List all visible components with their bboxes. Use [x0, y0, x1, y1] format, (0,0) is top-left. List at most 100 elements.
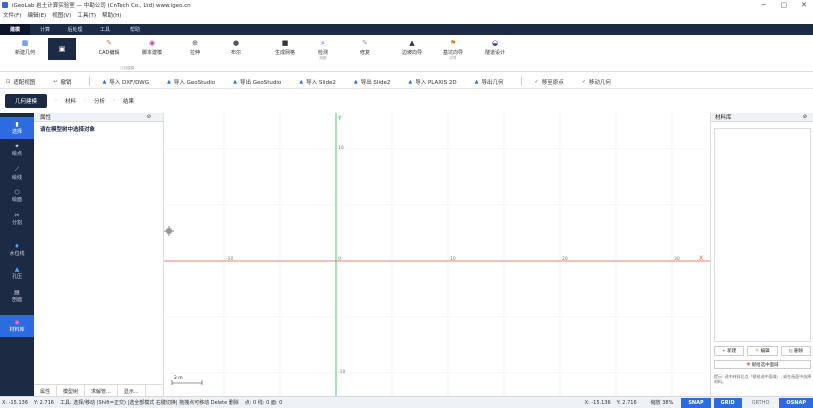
crosshair-cursor-icon: [164, 226, 174, 236]
tab-help[interactable]: 帮助: [120, 24, 150, 35]
undo-button[interactable]: ↩ 撤销: [53, 78, 71, 86]
gen-mesh-button[interactable]: ■ 生成网格: [265, 38, 305, 56]
import-icon: ▲: [299, 78, 304, 85]
material-list[interactable]: [714, 128, 811, 342]
select-tool-button[interactable]: ▣: [47, 38, 77, 60]
move-to-origin-button[interactable]: ✓ 移至原点: [534, 78, 563, 86]
step-analysis[interactable]: 分析: [94, 97, 105, 105]
tab-display[interactable]: 显示...: [118, 385, 146, 396]
tab-compute[interactable]: 计算: [30, 24, 60, 35]
delete-material-button[interactable]: ▥ 删除: [780, 346, 811, 356]
export-geometry-button[interactable]: ▲ 导出几何: [475, 78, 504, 86]
snap-toggle[interactable]: SNAP: [681, 397, 711, 408]
tool-line[interactable]: ⟋ 绘线: [0, 166, 34, 181]
status-bar: X: -15.136 Y: 2.716 工具: 选择/移动 (Shift=正交)…: [0, 396, 813, 408]
import-dxf-button[interactable]: ▲ 导入 DXF/DWG: [102, 78, 149, 86]
repair-button[interactable]: ✎ 修复: [345, 38, 385, 56]
move-geometry-button[interactable]: ✓ 移动几何: [582, 78, 611, 86]
left-toolbar: ▮ 选择 ✦ 绘点 ⟋ 绘线 ⬡ 绘面 ✂ 分割 ♦ 水位线 ▲ 孔压 ▤ 剖面…: [0, 113, 34, 396]
extrude-button[interactable]: ⊕ 拉伸: [175, 38, 215, 56]
export-slide2-button[interactable]: ▲ 导出 Slide2: [354, 78, 391, 86]
edit-material-button[interactable]: ✎ 编辑: [747, 346, 778, 356]
grid-lines: [164, 113, 710, 396]
menu-edit[interactable]: 编辑(E): [27, 11, 46, 19]
tab-solver[interactable]: 求解管...: [85, 385, 118, 396]
target-icon: ◉: [746, 362, 751, 367]
tool-pressure[interactable]: ▲ 孔压: [0, 266, 34, 280]
export-icon: ▲: [233, 78, 238, 85]
new-material-button[interactable]: + 新建: [714, 346, 745, 356]
new-geometry-button[interactable]: ▦ 新建几何: [5, 38, 45, 56]
step-results[interactable]: 结果: [123, 97, 134, 105]
boundary-wizard-button[interactable]: ▲ 边坡向导: [392, 38, 432, 56]
trash-icon: ▥: [788, 348, 793, 354]
cursor-icon: ▮: [15, 121, 19, 128]
tool-section[interactable]: ▤ 剖面: [0, 289, 34, 303]
tool-split[interactable]: ✂ 分割: [0, 212, 34, 226]
fit-view-button[interactable]: ⊡ 适配视图: [6, 78, 35, 86]
ortho-toggle[interactable]: ORTHO: [745, 398, 777, 408]
cad-edit-button[interactable]: ✎ CAD编辑: [89, 38, 129, 56]
tab-modeling[interactable]: 建模: [0, 24, 30, 35]
close-button[interactable]: ✕: [801, 1, 807, 9]
y-tick-label: -10: [338, 369, 345, 375]
pin-icon[interactable]: ⊘: [803, 114, 807, 120]
script-model-button[interactable]: ◉ 脚本建模: [132, 38, 172, 56]
tab-tools[interactable]: 工具: [90, 24, 120, 35]
polygon-icon: ⬡: [14, 189, 20, 196]
tool-water[interactable]: ♦ 水位线: [0, 243, 34, 257]
x-tick-label: -10: [226, 256, 233, 262]
split-icon: ✂: [14, 212, 20, 219]
base-wizard-button[interactable]: ⚑ 基坑向导 向导: [433, 38, 473, 61]
secondary-toolbar: ⊡ 适配视图 ↩ 撤销 ▲ 导入 DXF/DWG ▲ 导入 GeoStudio ▲ 导出 …: [0, 75, 813, 89]
import-plaxis-button[interactable]: ▲ 导入 PLAXIS 2D: [408, 78, 456, 86]
drawing-canvas[interactable]: X Y -10 0 10 20 30 10 -10 2 m: [164, 113, 710, 396]
check-button[interactable]: ⌕ 检测 网格: [303, 38, 343, 61]
library-icon: ◉: [14, 319, 20, 326]
tool-material-library[interactable]: ◉ 材料库: [0, 315, 34, 337]
select-icon: ▣: [48, 38, 76, 60]
menu-file[interactable]: 文件(F): [3, 11, 21, 19]
new-geometry-icon: ▦: [21, 39, 29, 47]
section-icon: ▤: [14, 289, 20, 296]
boundary-icon: ▲: [409, 39, 415, 47]
point-icon: ✦: [14, 143, 20, 150]
menu-tools[interactable]: 工具(T): [77, 11, 96, 19]
material-library-panel: 材料库 ⊘ + 新建 ✎ 编辑 ▥ 删除 ◉ 赋给选中面域 提示: 选中材料后点…: [710, 113, 813, 396]
step-materials[interactable]: 材料: [65, 97, 76, 105]
import-icon: ▲: [102, 78, 107, 85]
tool-point[interactable]: ✦ 绘点: [0, 143, 34, 157]
tab-model-tree[interactable]: 模型树: [57, 385, 86, 396]
pressure-icon: ▲: [14, 266, 20, 273]
import-geostudio-button[interactable]: ▲ 导入 GeoStudio: [167, 78, 215, 86]
fit-view-icon: ⊡: [6, 78, 11, 85]
apply-material-button[interactable]: ◉ 赋给选中面域: [714, 360, 811, 369]
export-geostudio-button[interactable]: ▲ 导出 GeoStudio: [233, 78, 281, 86]
pencil-icon: ✎: [106, 39, 112, 47]
minimize-button[interactable]: −: [761, 1, 767, 9]
osnap-toggle[interactable]: OSNAP: [779, 397, 813, 408]
base-icon: ⚑: [449, 39, 457, 47]
boolean-button[interactable]: ● 布尔: [216, 38, 256, 56]
grid-toggle[interactable]: GRID: [713, 397, 742, 408]
tunnel-design-button[interactable]: ◒ 隧道设计: [475, 38, 515, 56]
tab-postprocess[interactable]: 后处理: [60, 24, 90, 35]
tab-properties[interactable]: 属性: [34, 385, 58, 396]
menu-help[interactable]: 帮助(H): [102, 11, 121, 19]
properties-hint: 请在模型树中选择对象: [40, 127, 96, 133]
x-tick-label: 20: [562, 256, 568, 262]
pin-icon[interactable]: ⊘: [147, 114, 151, 120]
scale-label: 2 m: [174, 375, 183, 381]
tool-polygon[interactable]: ⬡ 绘面: [0, 189, 34, 203]
import-icon: ▲: [408, 78, 413, 85]
water-icon: ♦: [14, 243, 20, 250]
tool-select[interactable]: ▮ 选择: [0, 117, 34, 139]
tunnel-icon: ◒: [491, 39, 499, 47]
material-library-title: 材料库: [715, 115, 732, 121]
menu-view[interactable]: 视图(V): [52, 11, 71, 19]
step-geometry[interactable]: 几何建模: [5, 94, 48, 108]
cursor-y-readout: Y: 2.716: [34, 399, 54, 406]
import-slide2-button[interactable]: ▲ 导入 Slide2: [299, 78, 336, 86]
toolbar-divider: [89, 77, 91, 86]
maximize-button[interactable]: ▢: [781, 1, 788, 9]
